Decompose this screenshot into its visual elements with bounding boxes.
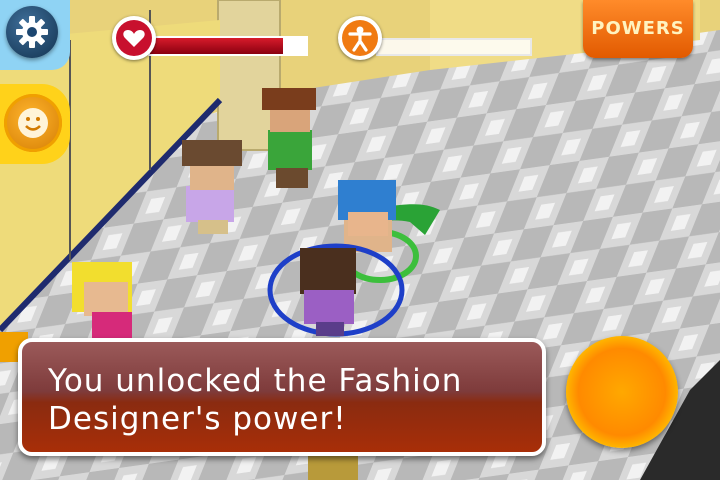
health-bar-fill (150, 38, 283, 54)
character-purple-shirt (182, 140, 242, 234)
unlock-message-box[interactable]: You unlocked the Fashion Designer's powe… (18, 338, 546, 456)
character-blue-hair (338, 180, 396, 252)
health-meter (112, 16, 312, 62)
person-badge (338, 16, 382, 60)
unlock-message-text: You unlocked the Fashion Designer's powe… (48, 363, 463, 437)
energy-bar-track (376, 38, 532, 56)
settings-button[interactable] (0, 0, 70, 70)
action-button[interactable] (566, 336, 678, 448)
powers-button[interactable]: POWERS (583, 0, 693, 58)
person-icon (348, 26, 372, 52)
emote-button[interactable] (0, 84, 70, 164)
smiley-icon (18, 108, 48, 138)
heart-icon (123, 30, 145, 47)
energy-meter (338, 16, 538, 62)
gear-icon (16, 16, 48, 48)
character-bottom (308, 456, 358, 480)
heart-badge (112, 16, 156, 60)
